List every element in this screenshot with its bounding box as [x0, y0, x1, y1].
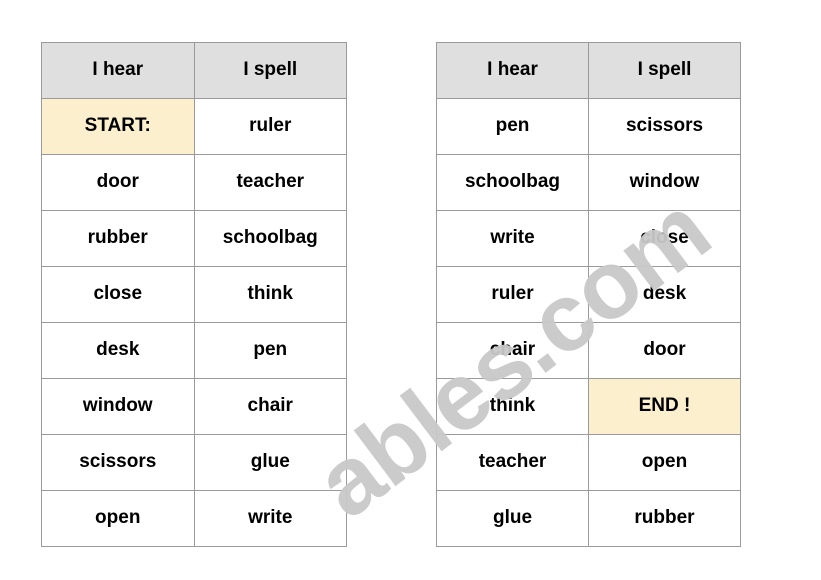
table-right-body: pen scissors schoolbag window write close rule… [436, 98, 741, 547]
table-row: pen scissors [436, 98, 741, 155]
cell-i-spell: teacher [193, 154, 347, 211]
cell-i-spell: rubber [588, 490, 741, 547]
cell-i-hear: chair [436, 322, 589, 379]
cell-i-hear: teacher [436, 434, 589, 491]
cell-i-hear: close [41, 266, 195, 323]
cell-i-spell: desk [588, 266, 741, 323]
table-row: close think [41, 266, 347, 323]
table-row: door teacher [41, 154, 347, 211]
cell-i-hear: rubber [41, 210, 195, 267]
cell-i-spell: ruler [193, 98, 347, 155]
cell-i-hear: ruler [436, 266, 589, 323]
table-row: think END ! [436, 378, 741, 435]
cell-i-hear: schoolbag [436, 154, 589, 211]
cell-i-hear: START: [41, 98, 195, 155]
table-row: ruler desk [436, 266, 741, 323]
table-right-header: I hear I spell [436, 42, 741, 99]
table-row: desk pen [41, 322, 347, 379]
column-header-i-hear: I hear [41, 42, 195, 99]
cell-i-hear: open [41, 490, 195, 547]
cell-i-spell: END ! [588, 378, 741, 435]
cell-i-hear: pen [436, 98, 589, 155]
cell-i-hear: write [436, 210, 589, 267]
table-row: scissors glue [41, 434, 347, 491]
cell-i-hear: scissors [41, 434, 195, 491]
cell-i-spell: write [193, 490, 347, 547]
cell-i-spell: open [588, 434, 741, 491]
table-row: write close [436, 210, 741, 267]
table-row: rubber schoolbag [41, 210, 347, 267]
worksheet-canvas: I hear I spell START: ruler door teacher rub… [0, 0, 821, 580]
header-row: I hear I spell [41, 42, 347, 99]
cell-i-spell: close [588, 210, 741, 267]
table-row: teacher open [436, 434, 741, 491]
cell-i-hear: glue [436, 490, 589, 547]
column-header-i-spell: I spell [193, 42, 347, 99]
table-left-header: I hear I spell [41, 42, 347, 99]
domino-table-right: I hear I spell pen scissors schoolbag windo… [436, 42, 741, 547]
cell-i-hear: desk [41, 322, 195, 379]
table-row: open write [41, 490, 347, 547]
table-row: glue rubber [436, 490, 741, 547]
cell-i-spell: chair [193, 378, 347, 435]
cell-i-spell: scissors [588, 98, 741, 155]
cell-i-spell: schoolbag [193, 210, 347, 267]
table-left-body: START: ruler door teacher rubber schoolbag clo… [41, 98, 347, 547]
header-row: I hear I spell [436, 42, 741, 99]
column-header-i-hear: I hear [436, 42, 589, 99]
cell-i-spell: window [588, 154, 741, 211]
cell-i-hear: window [41, 378, 195, 435]
table-row: schoolbag window [436, 154, 741, 211]
cell-i-spell: door [588, 322, 741, 379]
cell-i-hear: think [436, 378, 589, 435]
cell-i-spell: glue [193, 434, 347, 491]
table-row: START: ruler [41, 98, 347, 155]
cell-i-spell: think [193, 266, 347, 323]
cell-i-spell: pen [193, 322, 347, 379]
table-row: window chair [41, 378, 347, 435]
column-header-i-spell: I spell [588, 42, 741, 99]
table-row: chair door [436, 322, 741, 379]
domino-table-left: I hear I spell START: ruler door teacher rub… [41, 42, 347, 547]
cell-i-hear: door [41, 154, 195, 211]
